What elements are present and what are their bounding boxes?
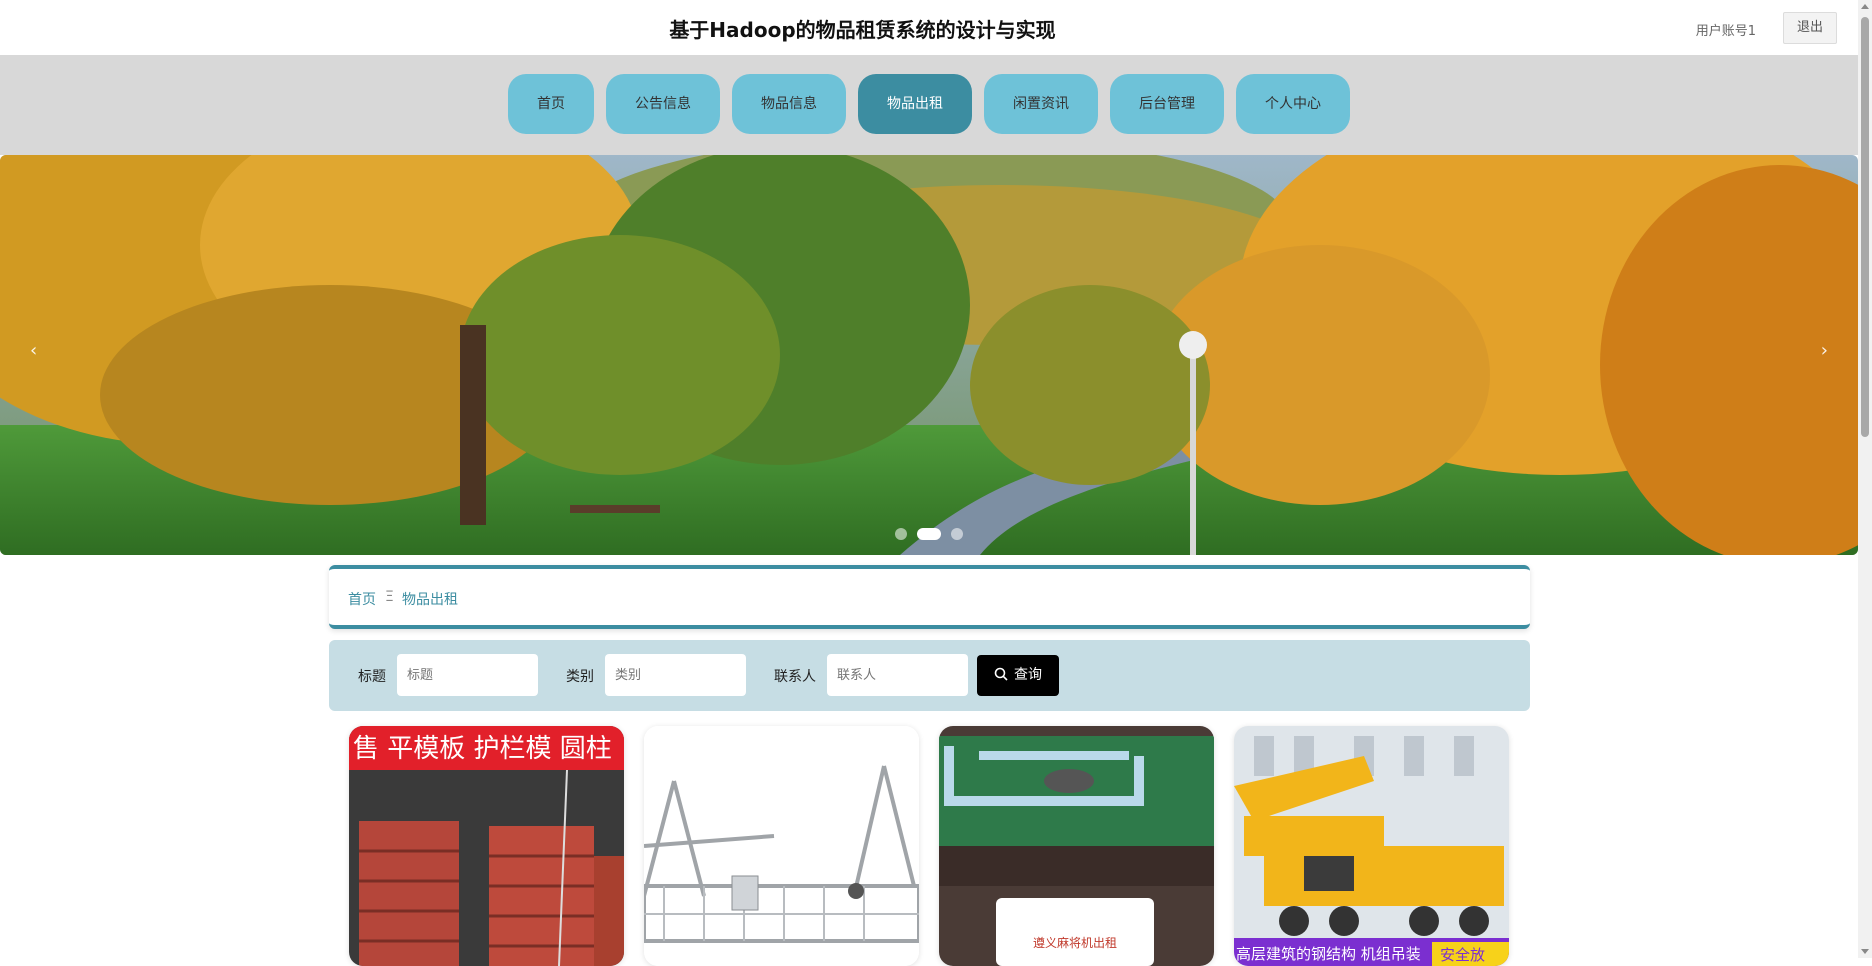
rental-card[interactable]: 高层建筑的钢结构 机组吊装 安全放 — [1234, 726, 1509, 966]
card-image: 售 平模板 护栏模 圆柱 — [349, 726, 624, 966]
user-account-label[interactable]: 用户账号1 — [1696, 20, 1756, 39]
carousel-dot[interactable] — [951, 528, 963, 540]
nav-item-announcements[interactable]: 公告信息 — [606, 74, 720, 134]
scroll-up-icon[interactable] — [1861, 4, 1869, 9]
card-image-text: 高层建筑的钢结构 机组吊装 — [1236, 945, 1421, 963]
carousel-dot[interactable] — [895, 528, 907, 540]
rental-card[interactable]: 售 平模板 护栏模 圆柱 — [349, 726, 624, 966]
rental-card[interactable] — [644, 726, 919, 966]
nav-item-rentals[interactable]: 物品出租 — [858, 74, 972, 134]
title-filter-input[interactable] — [397, 654, 538, 696]
card-image-text: 遵义麻将机出租 — [1033, 935, 1117, 950]
card-image: 遵义麻将机出租 — [939, 726, 1214, 966]
card-image — [644, 726, 919, 966]
nav-item-items[interactable]: 物品信息 — [732, 74, 846, 134]
contact-filter-label: 联系人 — [774, 669, 816, 685]
card-image-text: 售 平模板 护栏模 圆柱 — [353, 734, 612, 764]
nav-item-idle-news[interactable]: 闲置资讯 — [984, 74, 1098, 134]
category-filter-input[interactable] — [605, 654, 746, 696]
contact-filter-input[interactable] — [827, 654, 968, 696]
card-image-badge: 安全放 — [1440, 946, 1485, 964]
main-nav: 首页 公告信息 物品信息 物品出租 闲置资讯 后台管理 个人中心 — [0, 55, 1858, 155]
breadcrumb-separator: Ξ — [385, 589, 394, 605]
card-image: 高层建筑的钢结构 机组吊装 安全放 — [1234, 726, 1509, 966]
carousel-indicators — [0, 528, 1858, 540]
carousel-prev-icon[interactable]: ‹ — [30, 340, 37, 361]
rental-card[interactable]: 遵义麻将机出租 — [939, 726, 1214, 966]
title-filter-label: 标题 — [358, 669, 386, 685]
carousel-next-icon[interactable]: › — [1821, 340, 1828, 361]
logout-button[interactable]: 退出 — [1783, 12, 1837, 44]
top-header: 基于Hadoop的物品租赁系统的设计与实现 用户账号1 退出 — [0, 0, 1858, 55]
nav-item-admin[interactable]: 后台管理 — [1110, 74, 1224, 134]
breadcrumb: 首页 Ξ 物品出租 — [329, 565, 1530, 629]
scroll-down-icon[interactable] — [1861, 949, 1869, 954]
carousel-dot-active[interactable] — [917, 528, 941, 540]
category-filter-label: 类别 — [566, 669, 594, 685]
search-icon — [994, 667, 1008, 681]
page-scrollbar[interactable] — [1858, 0, 1872, 958]
search-panel: 标题 类别 联系人 查询 — [329, 640, 1530, 711]
scroll-thumb[interactable] — [1861, 17, 1869, 437]
site-title: 基于Hadoop的物品租赁系统的设计与实现 — [669, 18, 1056, 42]
nav-item-profile[interactable]: 个人中心 — [1236, 74, 1350, 134]
search-button-label: 查询 — [1014, 667, 1042, 683]
breadcrumb-home[interactable]: 首页 — [348, 589, 376, 609]
banner-carousel[interactable]: ‹ › — [0, 155, 1858, 555]
nav-item-home[interactable]: 首页 — [508, 74, 594, 134]
banner-image — [0, 155, 1858, 555]
breadcrumb-current: 物品出租 — [402, 592, 458, 608]
search-button[interactable]: 查询 — [977, 655, 1059, 696]
